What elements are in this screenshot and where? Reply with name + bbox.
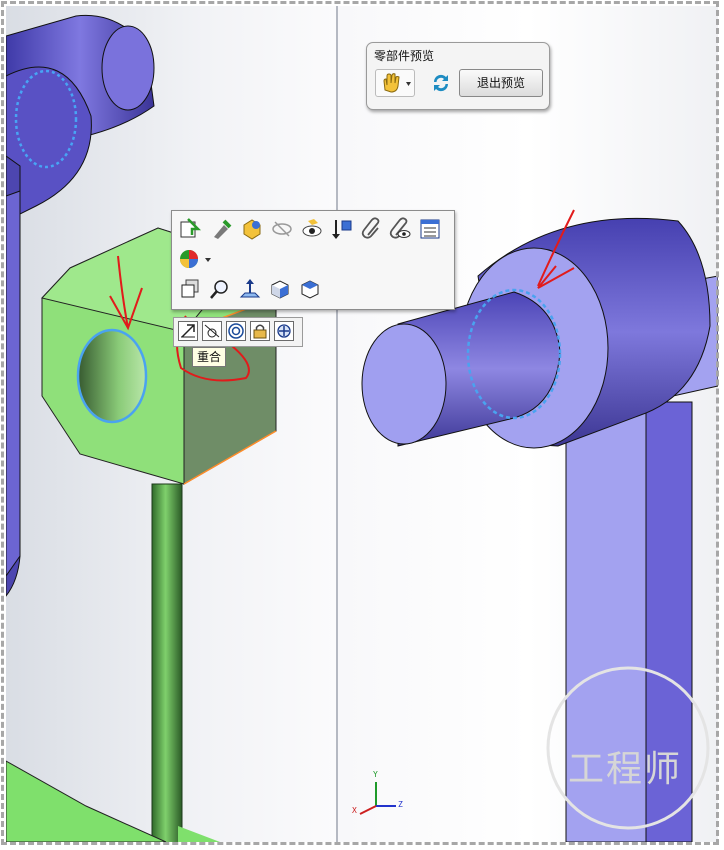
display-style-icon[interactable]	[298, 277, 322, 301]
component-preview-panel: 零部件预览 退出预览	[366, 42, 550, 110]
left-cylinder-end	[101, 25, 155, 111]
mate-tooltip: 重合	[192, 347, 227, 367]
preview-title: 零部件预览	[374, 49, 435, 63]
axis-label-x: X	[352, 806, 357, 815]
color-wheel-icon[interactable]	[178, 247, 202, 271]
hide-icon[interactable]	[270, 217, 294, 241]
lock-button[interactable]	[250, 321, 270, 341]
left-scene	[6, 14, 277, 842]
zoom-to-selection-icon[interactable]	[208, 277, 232, 301]
context-toolbar	[171, 210, 455, 310]
coincident-icon	[181, 324, 195, 338]
exit-preview-button[interactable]: 退出预览	[459, 69, 543, 97]
right-graphics-pane[interactable]: Y Z X	[338, 6, 718, 842]
refresh-icon	[433, 74, 449, 92]
green-hole	[76, 328, 148, 424]
hand-select-icon	[383, 73, 411, 93]
appearance-icon[interactable]	[240, 217, 264, 241]
select-component-icon[interactable]	[178, 277, 202, 301]
concentric-icon	[228, 323, 244, 339]
center-button[interactable]	[274, 321, 294, 341]
axis-triad	[359, 782, 396, 815]
concentric-button[interactable]	[226, 321, 246, 341]
tangent-icon	[204, 324, 220, 338]
viewport-frame: Y Z X 工程师 零部件预览 退出预览 重合	[0, 0, 724, 850]
chevron-down-icon[interactable]	[202, 249, 214, 269]
normal-to-icon[interactable]	[238, 277, 262, 301]
view-cube-icon[interactable]	[268, 277, 292, 301]
open-part-icon[interactable]	[178, 217, 202, 241]
green-rod	[151, 483, 183, 842]
right-scene	[359, 209, 718, 842]
left-graphics-pane[interactable]	[6, 6, 336, 842]
move-component-icon[interactable]	[330, 217, 354, 241]
axis-label-y: Y	[373, 770, 378, 779]
mate-toolbar	[173, 317, 303, 347]
preview-controls: 退出预览	[373, 69, 543, 99]
center-icon	[277, 324, 291, 338]
properties-list-icon[interactable]	[418, 217, 442, 241]
axis-label-z: Z	[398, 800, 403, 809]
tangent-button[interactable]	[202, 321, 222, 341]
watermark: 工程师	[568, 749, 683, 790]
paperclip-icon[interactable]	[360, 217, 384, 241]
shaft-end	[361, 323, 447, 445]
lock-icon	[253, 324, 267, 339]
edit-component-icon[interactable]	[210, 217, 234, 241]
show-hide-mates-icon[interactable]	[388, 217, 412, 241]
refresh-button[interactable]	[427, 69, 455, 97]
coincident-button[interactable]	[178, 321, 198, 341]
isolate-icon[interactable]	[300, 217, 324, 241]
hand-select-button[interactable]	[375, 69, 415, 97]
